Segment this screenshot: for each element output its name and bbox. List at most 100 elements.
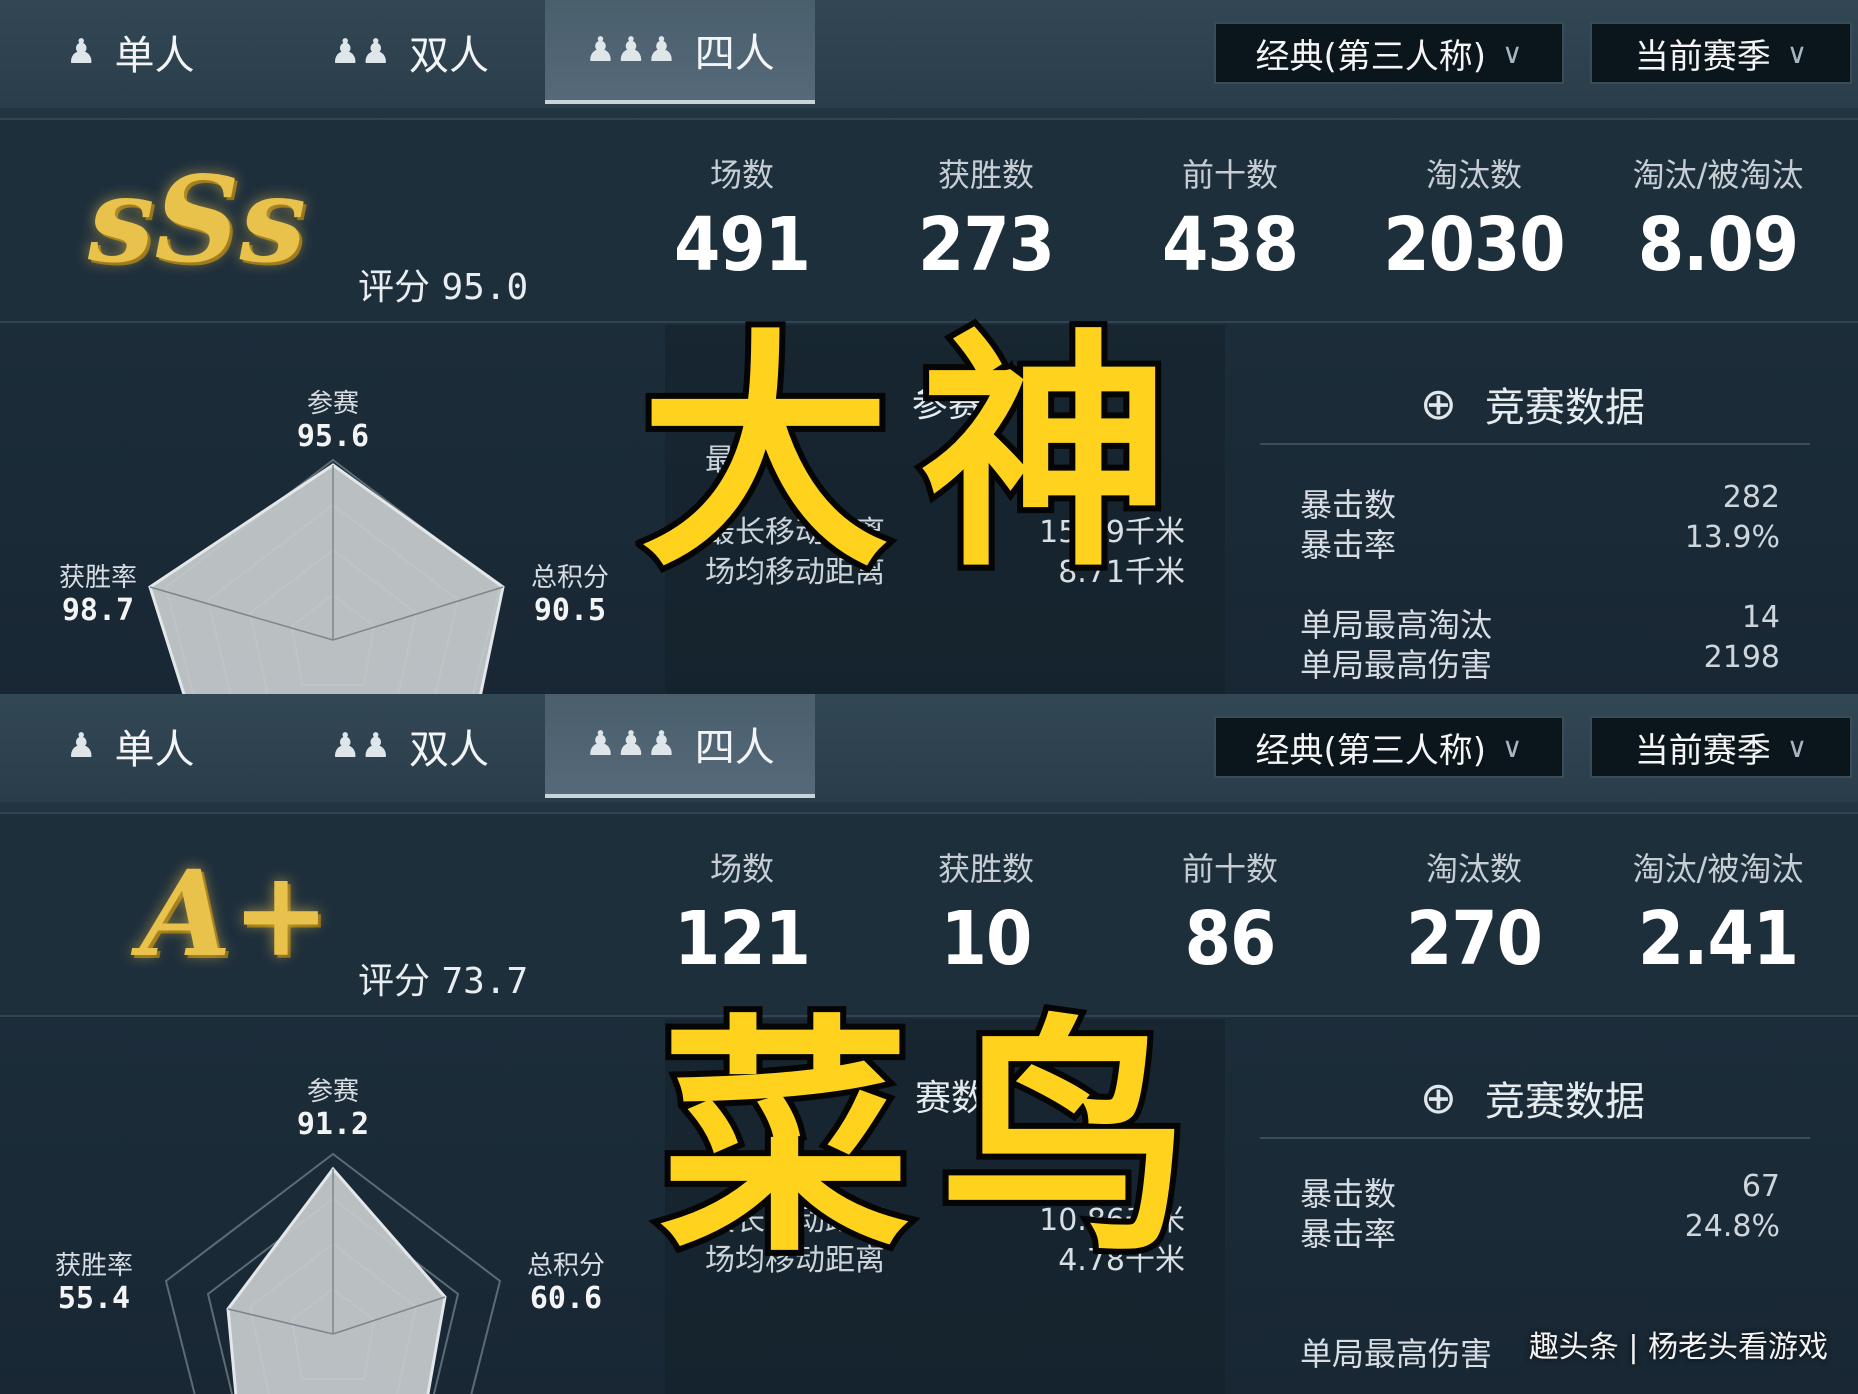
stat-top10: 前十数 438 [1120, 150, 1340, 288]
squad-people-icon: ♟♟♟ [585, 724, 677, 764]
row-label: 单局最高伤害 [1300, 1335, 1493, 1373]
duo-people-icon: ♟♟ [330, 32, 391, 72]
combat-panel: ⊕ 竞赛数据 暴击数 282 暴击率 13.9% 单局最高淘汰 14 单局最高伤… [1230, 325, 1858, 694]
season-dropdown-value: 当前赛季 [1634, 36, 1771, 77]
tab-solo[interactable]: ♟ 单人 [66, 694, 266, 798]
stat-label: 获胜数 [937, 156, 1034, 194]
stat-kd-ratio: 淘汰/被淘汰 2.41 [1608, 844, 1828, 982]
mode-dropdown-value: 经典(第三人称) [1255, 36, 1487, 77]
stat-label: 淘汰/被淘汰 [1632, 156, 1804, 194]
watermark-text: 趣头条 | 杨老头看游戏 [1528, 1330, 1828, 1365]
stat-value: 491 [674, 202, 811, 288]
stat-value: 270 [1406, 896, 1543, 982]
combat-header-label: 竞赛数据 [1484, 385, 1645, 431]
stat-top10: 前十数 86 [1120, 844, 1340, 982]
tab-label: 单人 [114, 33, 195, 79]
combat-row: 暴击率 13.9% [1300, 520, 1780, 566]
divider [1260, 443, 1810, 445]
score-label: 评分 [358, 267, 431, 308]
mode-dropdown[interactable]: 经典(第三人称) ∨ [1214, 22, 1564, 84]
combat-header: ⊕ 竞赛数据 [1420, 1069, 1645, 1127]
combat-header-label: 竞赛数据 [1484, 1079, 1645, 1125]
score-value: 73.7 [441, 961, 529, 1002]
row-value: 2198 [1703, 640, 1780, 675]
radar-label-total-points: 总积分 [526, 1251, 605, 1281]
mode-dropdown[interactable]: 经典(第三人称) ∨ [1214, 716, 1564, 778]
radar-value-total-points: 60.6 [529, 1281, 603, 1316]
summary-stats-row: sSs 评分 95.0 场数 491 获胜数 273 前十数 438 淘汰数 2… [0, 118, 1858, 323]
stat-label: 淘汰数 [1425, 850, 1522, 888]
tab-duo[interactable]: ♟♟ 双人 [330, 694, 530, 798]
stat-label: 获胜数 [937, 850, 1034, 888]
stat-value: 2030 [1383, 202, 1565, 288]
chevron-down-icon: ∨ [1502, 730, 1523, 764]
single-person-icon: ♟ [66, 32, 97, 72]
tab-label: 双人 [408, 727, 489, 773]
stat-kills: 淘汰数 270 [1364, 844, 1584, 982]
tab-label: 双人 [408, 33, 489, 79]
row-label: 暴击率 [1300, 1215, 1397, 1253]
duo-people-icon: ♟♟ [330, 726, 391, 766]
summary-stats-row: A+ 评分 73.7 场数 121 获胜数 10 前十数 86 淘汰数 270 … [0, 812, 1858, 1017]
radar-label-winrate: 获胜率 [58, 563, 137, 593]
chevron-down-icon: ∨ [1786, 36, 1808, 70]
crosshair-icon: ⊕ [1420, 1072, 1457, 1124]
radar-value-winrate: 55.4 [57, 1281, 131, 1316]
stat-matches: 场数 121 [632, 844, 852, 982]
stat-wins: 获胜数 10 [876, 844, 1096, 982]
tab-squad[interactable]: ♟♟♟ 四人 [545, 0, 815, 104]
radar-value-winrate: 98.7 [61, 593, 135, 628]
rank-grade-badge: sSs [88, 150, 307, 289]
rank-grade-badge: A+ [140, 844, 331, 983]
stat-value: 10 [940, 896, 1033, 982]
tab-duo[interactable]: ♟♟ 双人 [330, 0, 530, 104]
radar-value-participation: 95.6 [296, 419, 370, 454]
tab-label: 单人 [114, 727, 195, 773]
stat-label: 前十数 [1181, 850, 1278, 888]
row-label: 暴击率 [1300, 526, 1397, 564]
stat-wins: 获胜数 273 [876, 150, 1096, 288]
stat-value: 273 [918, 202, 1055, 288]
rating-score: 评分 95.0 [358, 258, 528, 310]
tab-solo[interactable]: ♟ 单人 [66, 0, 266, 104]
score-label: 评分 [358, 961, 431, 1002]
crosshair-icon: ⊕ [1420, 378, 1457, 430]
radar-value-shape [148, 463, 505, 694]
stat-label: 场数 [709, 156, 774, 194]
season-dropdown[interactable]: 当前赛季 ∨ [1590, 22, 1852, 84]
row-value: 24.8% [1684, 1209, 1780, 1244]
stat-value: 86 [1184, 896, 1277, 982]
stat-label: 前十数 [1181, 156, 1278, 194]
stat-kills: 淘汰数 2030 [1364, 150, 1584, 288]
season-dropdown-value: 当前赛季 [1634, 730, 1771, 771]
single-person-icon: ♟ [66, 726, 97, 766]
stat-value: 121 [674, 896, 811, 982]
stat-kd-ratio: 淘汰/被淘汰 8.09 [1608, 150, 1828, 288]
rating-score: 评分 73.7 [358, 952, 528, 1004]
stat-value: 8.09 [1637, 202, 1799, 288]
row-value: 13.9% [1684, 520, 1780, 555]
combat-row: 单局最高伤害 2198 [1300, 640, 1780, 686]
mode-dropdown-value: 经典(第三人称) [1255, 730, 1487, 771]
season-dropdown[interactable]: 当前赛季 ∨ [1590, 716, 1852, 778]
chevron-down-icon: ∨ [1786, 730, 1808, 764]
stat-label: 场数 [709, 850, 774, 888]
mode-tab-bar: ♟ 单人 ♟♟ 双人 ♟♟♟ 四人 经典(第三人称) ∨ 当前赛季 ∨ [0, 694, 1858, 802]
stat-value: 2.41 [1637, 896, 1799, 982]
stat-label: 淘汰数 [1425, 156, 1522, 194]
chevron-down-icon: ∨ [1502, 36, 1523, 70]
stat-label: 淘汰/被淘汰 [1632, 850, 1804, 888]
radar-label-participation: 参赛 [306, 1077, 359, 1107]
row-label: 单局最高伤害 [1300, 646, 1493, 684]
caption-overlay-pro: 大神 [634, 309, 1200, 600]
score-value: 95.0 [441, 267, 529, 308]
tab-squad[interactable]: ♟♟♟ 四人 [545, 694, 815, 798]
mode-tab-bar: ♟ 单人 ♟♟ 双人 ♟♟♟ 四人 经典(第三人称) ∨ 当前赛季 ∨ [0, 0, 1858, 108]
divider [1260, 1137, 1810, 1139]
caption-overlay-noob: 菜鸟 [654, 994, 1220, 1285]
squad-people-icon: ♟♟♟ [585, 30, 677, 70]
combat-row: 暴击率 24.8% [1300, 1209, 1780, 1255]
radar-value-total-points: 90.5 [533, 593, 607, 628]
radar-value-shape [226, 1166, 447, 1394]
radar-label-participation: 参赛 [306, 389, 359, 419]
